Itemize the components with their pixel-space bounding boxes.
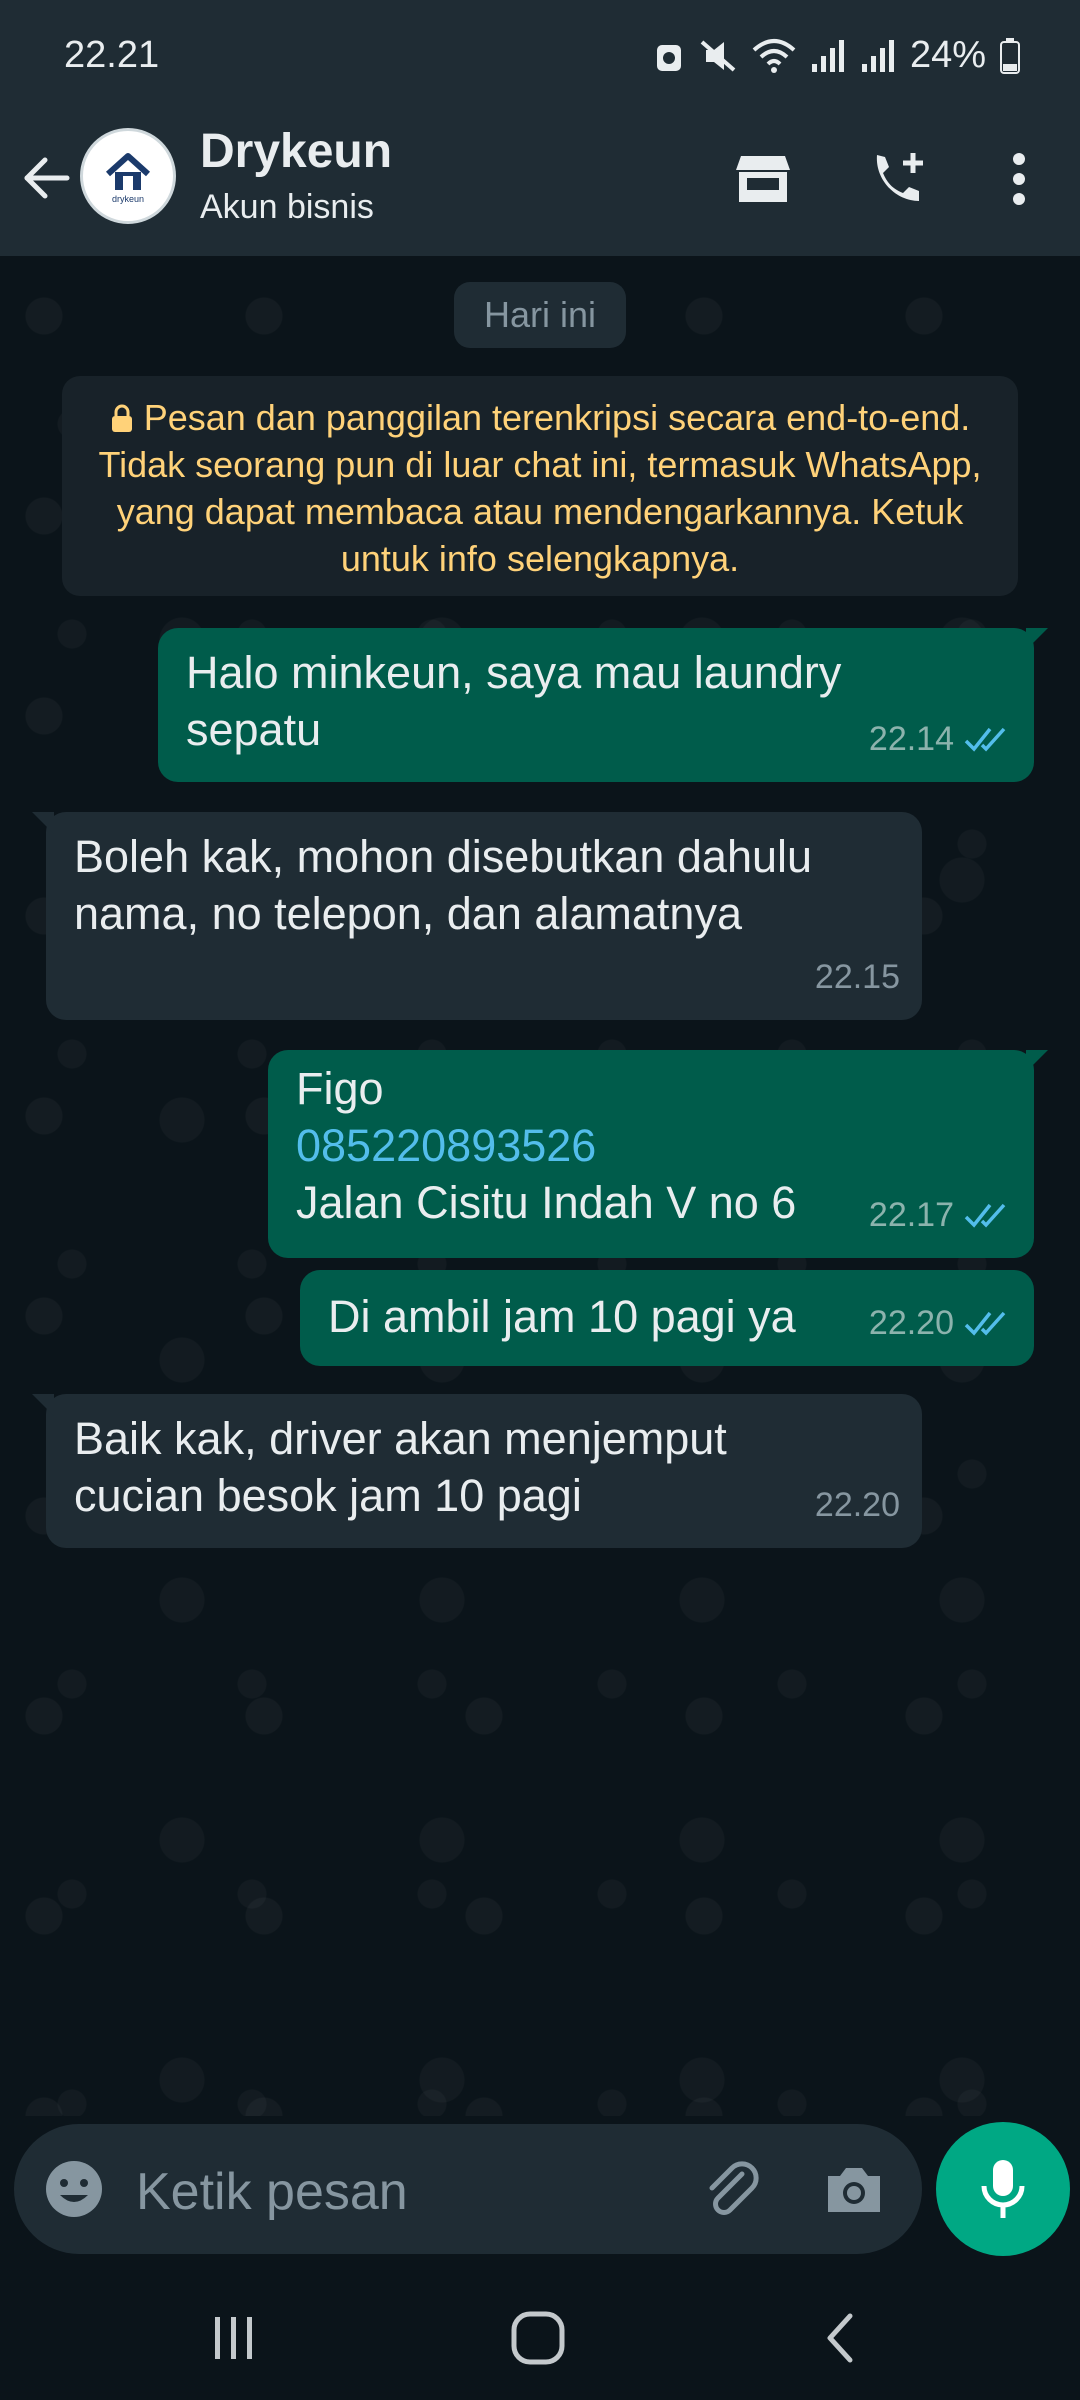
message-bubble-in[interactable]: Boleh kak, mohon disebutkan dahulu nama,… <box>32 812 922 1020</box>
voice-message-button[interactable] <box>936 2122 1070 2256</box>
camera-button[interactable] <box>824 2162 884 2221</box>
chat-area[interactable]: Hari ini Pesan dan panggilan terenkripsi… <box>0 256 1080 2116</box>
avatar[interactable]: drykeun <box>80 128 176 224</box>
drykeun-logo: drykeun <box>90 138 166 214</box>
bubble-tail <box>32 1394 54 1416</box>
attach-button[interactable] <box>702 2160 764 2227</box>
message-bubble-out[interactable]: Halo minkeun, saya mau laundry sepatu 22… <box>158 628 1048 782</box>
message-text: Halo minkeun, saya mau laundry sepatu <box>186 647 842 755</box>
battery-icon <box>1000 37 1020 74</box>
status-icons: 24% <box>654 34 1020 77</box>
more-options-icon <box>1013 153 1025 205</box>
message-input[interactable]: Ketik pesan <box>136 2162 408 2222</box>
phone-number-link[interactable]: 085220893526 <box>296 1117 1006 1174</box>
double-check-icon <box>964 1311 1006 1336</box>
store-icon <box>736 156 790 202</box>
emoji-button[interactable] <box>42 2157 106 2226</box>
message-bubble-out[interactable]: Figo 085220893526 Jalan Cisitu Indah V n… <box>268 1050 1048 1258</box>
message-time: 22.20 <box>814 1486 900 1524</box>
whatsapp-notification-icon <box>656 44 681 71</box>
add-call-icon <box>876 153 923 201</box>
message-meta: 22.14 <box>869 711 1012 768</box>
lock-icon <box>111 404 132 432</box>
double-check-icon <box>964 1203 1006 1228</box>
recents-nav-button[interactable] <box>204 2308 264 2368</box>
contact-subtitle[interactable]: Akun bisnis <box>200 188 374 227</box>
status-bar: 22.21 24% <box>0 0 1080 100</box>
bubble-tail <box>32 812 54 834</box>
message-meta: 22.20 <box>815 1477 900 1534</box>
double-check-icon <box>964 727 1006 752</box>
bubble-tail <box>1026 1050 1048 1072</box>
battery-percentage: 24% <box>909 34 986 76</box>
message-time: 22.20 <box>868 1304 954 1342</box>
svg-text:drykeun: drykeun <box>112 194 144 204</box>
message-meta: 22.15 <box>815 949 900 1006</box>
camera-icon <box>828 2168 880 2212</box>
chat-header: drykeun Drykeun Akun bisnis <box>0 100 1080 256</box>
back-arrow-icon <box>24 157 70 199</box>
encryption-notice-text: Pesan dan panggilan terenkripsi secara e… <box>98 397 982 579</box>
system-nav-bar <box>0 2272 1080 2400</box>
message-meta: 22.20 <box>869 1295 1012 1352</box>
message-bubble-out[interactable]: Di ambil jam 10 pagi ya 22.20 <box>300 1270 1034 1366</box>
message-bubble-in[interactable]: Baik kak, driver akan menjemput cucian b… <box>32 1394 922 1548</box>
wifi-icon <box>752 38 796 73</box>
message-time: 22.15 <box>814 958 900 996</box>
recents-nav-icon <box>215 2317 252 2359</box>
add-call-button[interactable] <box>864 144 934 214</box>
back-nav-icon <box>827 2313 853 2363</box>
mute-icon <box>700 39 736 72</box>
home-nav-icon <box>511 2311 565 2365</box>
date-label: Hari ini <box>454 282 626 348</box>
message-line-name: Figo <box>296 1063 384 1114</box>
message-composer[interactable]: Ketik pesan <box>14 2124 922 2254</box>
signal-icon-2 <box>861 39 894 72</box>
back-nav-button[interactable] <box>810 2308 870 2368</box>
mic-icon <box>981 2160 1025 2218</box>
signal-icon-1 <box>811 39 844 72</box>
message-text: Boleh kak, mohon disebutkan dahulu nama,… <box>74 831 813 939</box>
business-profile-button[interactable] <box>728 144 798 214</box>
message-time: 22.14 <box>868 720 954 758</box>
home-nav-button[interactable] <box>508 2308 568 2368</box>
more-options-button[interactable] <box>984 144 1054 214</box>
emoji-icon <box>46 2161 102 2217</box>
bubble-tail <box>1026 628 1048 650</box>
back-button[interactable] <box>14 146 78 210</box>
contact-name[interactable]: Drykeun <box>200 124 392 179</box>
encryption-notice[interactable]: Pesan dan panggilan terenkripsi secara e… <box>62 376 1018 596</box>
message-time: 22.17 <box>868 1196 954 1234</box>
message-meta: 22.17 <box>869 1187 1012 1244</box>
message-text: Baik kak, driver akan menjemput cucian b… <box>74 1413 727 1521</box>
status-time: 22.21 <box>64 34 160 76</box>
paperclip-icon <box>709 2161 759 2215</box>
